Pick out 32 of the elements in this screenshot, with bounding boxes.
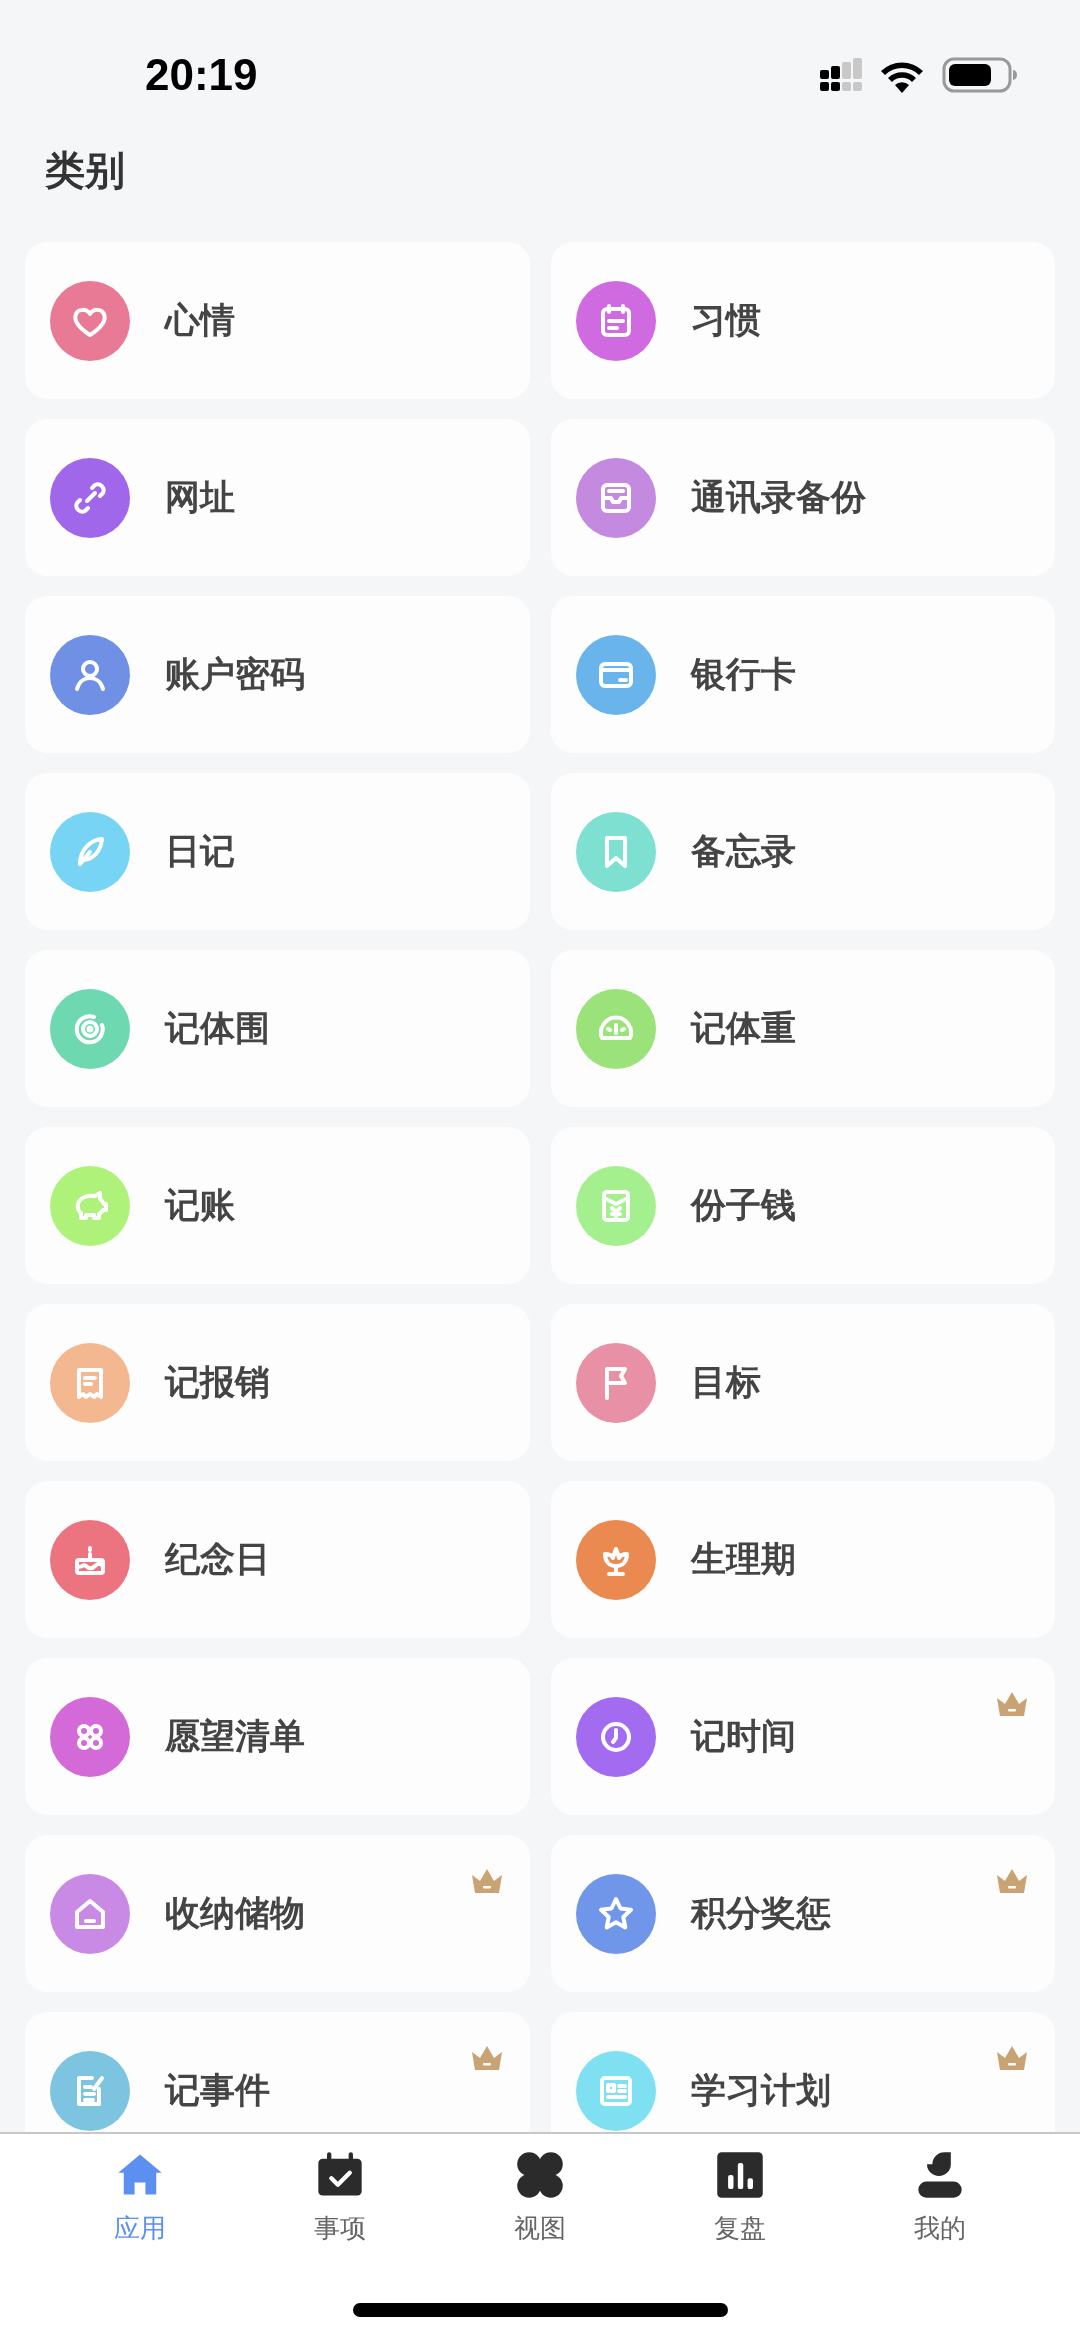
category-card[interactable]: 生理期 [550, 1481, 1055, 1638]
category-card[interactable]: 积分奖惩 [550, 1835, 1055, 1992]
category-card[interactable]: 收纳储物 [25, 1835, 530, 1992]
category-card[interactable]: 纪念日 [25, 1481, 530, 1638]
tab[interactable]: 视图 [480, 2149, 600, 2246]
category-card[interactable]: 记时间 [550, 1658, 1055, 1815]
status-time: 20:19 [145, 50, 259, 100]
category-card[interactable]: 记体围 [25, 950, 530, 1107]
category-card[interactable]: 习惯 [550, 242, 1055, 399]
category-card[interactable]: 目标 [550, 1304, 1055, 1461]
category-card[interactable]: 愿望清单 [25, 1658, 530, 1815]
category-card[interactable]: 日记 [25, 773, 530, 930]
category-card[interactable]: 心情 [25, 242, 530, 399]
category-card[interactable]: 通讯录备份 [550, 419, 1055, 576]
category-card[interactable]: 银行卡 [550, 596, 1055, 753]
category-card[interactable]: 记体重 [550, 950, 1055, 1107]
category-card[interactable]: 记事件 [25, 2012, 530, 2132]
category-card[interactable]: 账户密码 [25, 596, 530, 753]
tab[interactable]: 我的 [880, 2149, 1000, 2246]
battery-icon [942, 57, 1018, 93]
category-card[interactable]: 网址 [25, 419, 530, 576]
tab[interactable]: 复盘 [680, 2149, 800, 2246]
category-card[interactable]: 学习计划 [550, 2012, 1055, 2132]
section-title: 类别 [44, 150, 126, 195]
tab[interactable]: 事项 [280, 2149, 400, 2246]
category-card[interactable]: 份子钱 [550, 1127, 1055, 1284]
category-card[interactable]: 记账 [25, 1127, 530, 1284]
clover-icon [514, 2149, 566, 2201]
category-card[interactable]: 备忘录 [550, 773, 1055, 930]
signal-icon [820, 58, 862, 92]
category-card[interactable]: 记报销 [25, 1304, 530, 1461]
bar-chart-icon [714, 2149, 766, 2201]
